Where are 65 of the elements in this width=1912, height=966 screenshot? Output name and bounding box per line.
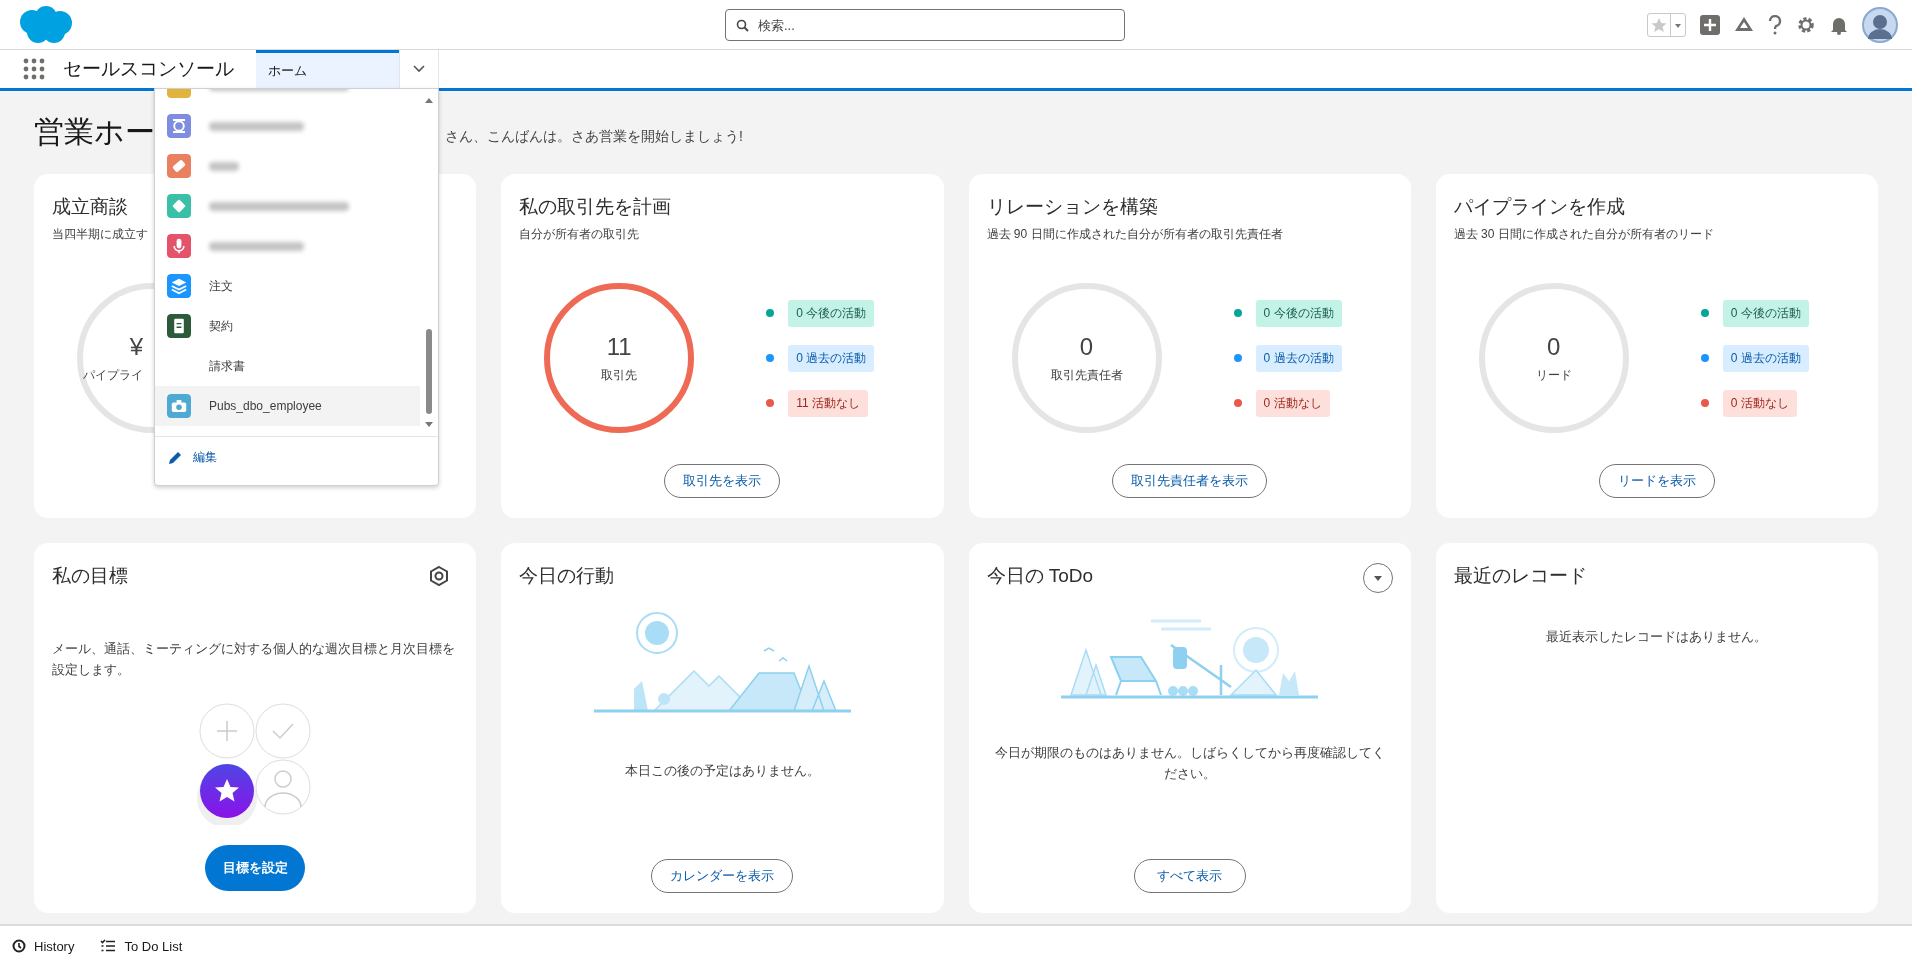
activity-badge: 0 今後の活動 xyxy=(788,299,875,327)
card-subtitle: 自分が所有者の取引先 xyxy=(519,226,640,243)
empty-message: 本日この後の予定はありません。 xyxy=(623,762,821,780)
settings-icon[interactable] xyxy=(1796,14,1816,35)
card-title: 最近のレコード xyxy=(1453,564,1587,588)
tab[interactable]: ホーム xyxy=(256,50,399,88)
menu-item[interactable]: Pubs_dbo_employee xyxy=(155,386,420,426)
ring-value: ¥ xyxy=(129,332,143,361)
card-description: メール、通話、ミーティングに対する個人的な週次目標と月次目標を設定します。 xyxy=(52,640,456,679)
clock-icon xyxy=(12,939,26,953)
view-button[interactable]: カレンダーを表示 xyxy=(651,859,794,893)
blurred-text xyxy=(209,161,239,171)
ring-label: リード xyxy=(1535,366,1572,384)
card-title: 私の目標 xyxy=(52,564,128,588)
caret-icon xyxy=(1372,573,1383,583)
empty-message: 最近表示したレコードはありません。 xyxy=(1545,628,1769,646)
set-goals-button[interactable]: 目標を設定 xyxy=(205,845,306,891)
avatar[interactable] xyxy=(1862,6,1898,43)
view-button[interactable]: 取引先を表示 xyxy=(664,464,781,498)
chevron-down-icon xyxy=(413,65,425,73)
card-title: リレーションを構築 xyxy=(986,195,1158,219)
add-icon[interactable] xyxy=(1700,14,1720,35)
utility-button[interactable]: History xyxy=(12,938,75,954)
card-subtitle: 当四半期に成立す xyxy=(52,226,148,243)
ring-label: 取引先 xyxy=(601,366,638,384)
card-subtitle: 過去 30 日間に作成された自分が所有者のリード xyxy=(1453,226,1714,243)
empty-message: 今日が期限のものはありません。しばらくしてから再度確認してください。 xyxy=(993,744,1386,783)
settings-icon[interactable] xyxy=(428,565,451,587)
edit-link[interactable]: 編集 xyxy=(155,437,438,478)
activity-badge: 0 過去の活動 xyxy=(1722,344,1809,372)
ring-value: 0 xyxy=(1079,332,1094,361)
menu-item[interactable]: 請求書 xyxy=(155,346,420,386)
ring-value: 0 xyxy=(1547,332,1561,361)
page-title: 営業ホー xyxy=(34,114,155,150)
card-title: パイプラインを作成 xyxy=(1453,195,1625,219)
card-title: 成立商談 xyxy=(52,195,128,219)
activity-badge: 0 過去の活動 xyxy=(1255,344,1342,372)
activity-badge: 0 活動なし xyxy=(1255,389,1330,417)
view-button[interactable]: リードを表示 xyxy=(1598,464,1715,498)
activity-badge: 11 活動なし xyxy=(788,389,869,417)
card-title: 今日の ToDo xyxy=(986,564,1094,588)
checklist-icon xyxy=(100,939,117,953)
menu-item[interactable]: 契約 xyxy=(155,306,420,346)
ring-label: 取引先責任者 xyxy=(1050,366,1123,384)
menu-item[interactable]: 注文 xyxy=(155,266,420,306)
app-name: セールスコンソール xyxy=(63,57,234,81)
search-icon xyxy=(736,19,749,32)
greeting: さん、こんばんは。さあ営業を開始しましょう! xyxy=(445,127,743,146)
activity-badge: 0 活動なし xyxy=(1722,389,1797,417)
card-title: 今日の行動 xyxy=(519,564,615,588)
activity-badge: 0 今後の活動 xyxy=(1255,299,1342,327)
ring-label: パイプライ xyxy=(83,366,143,384)
help-icon[interactable] xyxy=(1768,14,1782,35)
dropdown-button[interactable] xyxy=(1362,563,1393,593)
ring-value: 11 xyxy=(606,332,632,361)
view-button[interactable]: 取引先責任者を表示 xyxy=(1112,464,1268,498)
pencil-icon xyxy=(167,449,183,466)
view-button[interactable]: すべて表示 xyxy=(1133,859,1246,893)
utility-button[interactable]: To Do List xyxy=(100,938,183,954)
card-subtitle: 過去 90 日間に作成された自分が所有者の取引先責任者 xyxy=(986,226,1283,243)
activity-badge: 0 今後の活動 xyxy=(1722,299,1809,327)
search-field[interactable]: 検索... xyxy=(725,9,1125,41)
activity-badge: 0 過去の活動 xyxy=(788,344,875,372)
app-launcher-icon[interactable] xyxy=(23,58,45,80)
card-title: 私の取引先を計画 xyxy=(519,195,672,219)
